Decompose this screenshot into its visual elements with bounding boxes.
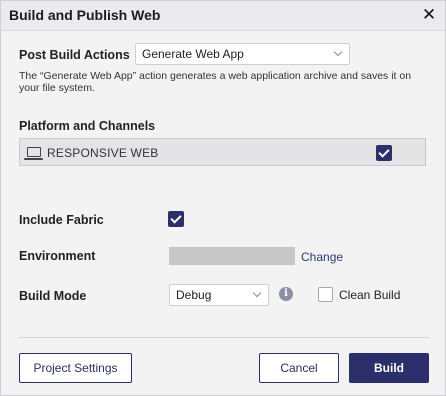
channel-label: RESPONSIVE WEB	[47, 146, 159, 160]
info-icon[interactable]: i	[279, 287, 293, 301]
responsive-web-checkbox[interactable]	[376, 145, 392, 161]
post-build-description: The “Generate Web App” action generates …	[19, 70, 412, 94]
post-build-actions-select[interactable]: Generate Web App	[135, 43, 350, 65]
environment-label: Environment	[19, 249, 96, 263]
project-settings-button[interactable]: Project Settings	[19, 353, 132, 383]
build-publish-dialog: Build and Publish Web ✕ Post Build Actio…	[0, 0, 446, 396]
channel-row-responsive-web[interactable]: RESPONSIVE WEB	[19, 138, 426, 166]
include-fabric-checkbox[interactable]	[168, 211, 184, 227]
post-build-actions-value: Generate Web App	[142, 47, 244, 61]
laptop-icon	[24, 147, 43, 160]
build-mode-value: Debug	[176, 288, 212, 302]
post-build-actions-label: Post Build Actions	[19, 48, 130, 62]
build-mode-select[interactable]: Debug	[169, 284, 269, 306]
close-icon[interactable]: ✕	[421, 5, 437, 25]
platform-channels-heading: Platform and Channels	[19, 119, 156, 133]
build-mode-label: Build Mode	[19, 289, 87, 303]
include-fabric-label: Include Fabric	[19, 213, 104, 227]
footer-divider	[19, 337, 429, 338]
clean-build-checkbox[interactable]	[318, 287, 333, 302]
title-bar: Build and Publish Web ✕	[1, 1, 445, 31]
chevron-down-icon	[333, 47, 343, 57]
chevron-down-icon	[252, 288, 262, 298]
clean-build-label: Clean Build	[339, 288, 401, 302]
dialog-title: Build and Publish Web	[9, 7, 161, 23]
cancel-button[interactable]: Cancel	[259, 353, 339, 383]
build-button[interactable]: Build	[349, 353, 429, 383]
change-environment-link[interactable]: Change	[301, 250, 343, 264]
environment-field	[169, 247, 295, 265]
